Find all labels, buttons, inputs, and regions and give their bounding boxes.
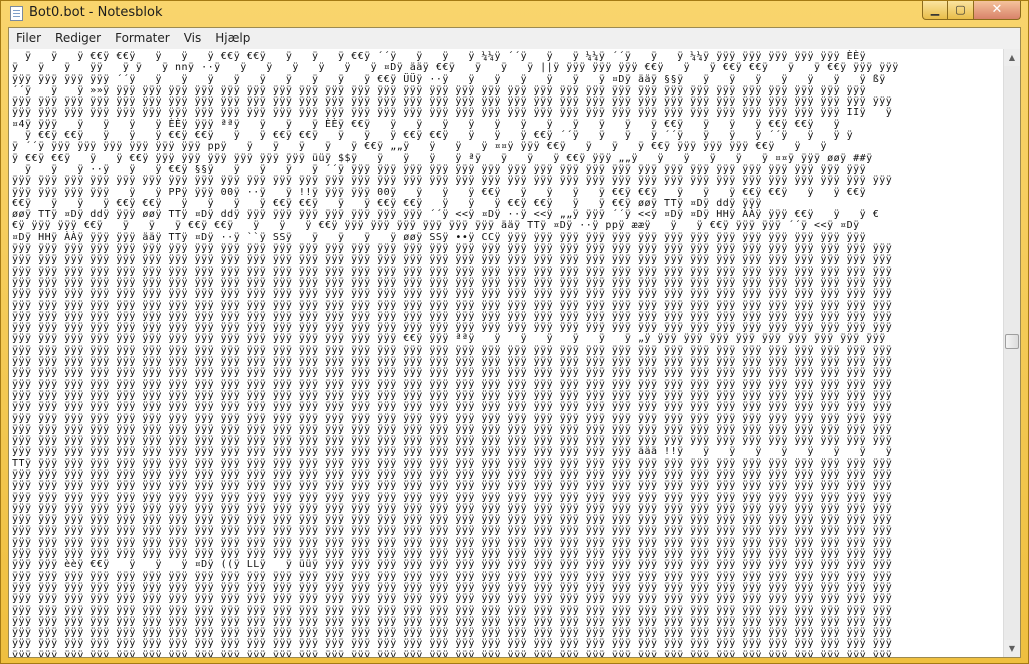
window-title: Bot0.bot - Notesblok	[29, 5, 163, 20]
title-bar[interactable]: Bot0.bot - Notesblok ▁ ▢ ✕	[1, 1, 1028, 27]
menu-rediger[interactable]: Rediger	[48, 28, 108, 49]
menu-filer[interactable]: Filer	[9, 28, 48, 49]
editor-content[interactable]: ÿ ÿ ÿ €€ÿ €€ÿ ÿ ÿ ÿ €€ÿ €€ÿ ÿ ÿ ÿ €€ÿ ´´…	[9, 49, 1003, 657]
window-controls: ▁ ▢ ✕	[922, 1, 1021, 20]
menu-vis[interactable]: Vis	[177, 28, 209, 49]
notepad-window: Bot0.bot - Notesblok ▁ ▢ ✕ Filer Rediger…	[0, 0, 1029, 664]
client-area: Filer Rediger Formater Vis Hjælp ÿ ÿ ÿ €…	[8, 27, 1021, 658]
text-editor[interactable]: ÿ ÿ ÿ €€ÿ €€ÿ ÿ ÿ ÿ €€ÿ €€ÿ ÿ ÿ ÿ €€ÿ ´´…	[9, 49, 1003, 657]
notepad-document-icon[interactable]	[10, 6, 23, 21]
scroll-up-arrow-icon[interactable]: ▲	[1004, 49, 1020, 66]
minimize-button[interactable]: ▁	[922, 1, 948, 20]
menu-bar: Filer Rediger Formater Vis Hjælp	[9, 28, 1020, 50]
scroll-down-arrow-icon[interactable]: ▼	[1004, 640, 1020, 657]
menu-formater[interactable]: Formater	[108, 28, 177, 49]
vertical-scrollbar[interactable]: ▲ ▼	[1003, 49, 1020, 657]
close-button[interactable]: ✕	[974, 1, 1021, 20]
scroll-thumb[interactable]	[1005, 334, 1019, 349]
menu-hjaelp[interactable]: Hjælp	[208, 28, 257, 49]
maximize-button[interactable]: ▢	[948, 1, 974, 20]
